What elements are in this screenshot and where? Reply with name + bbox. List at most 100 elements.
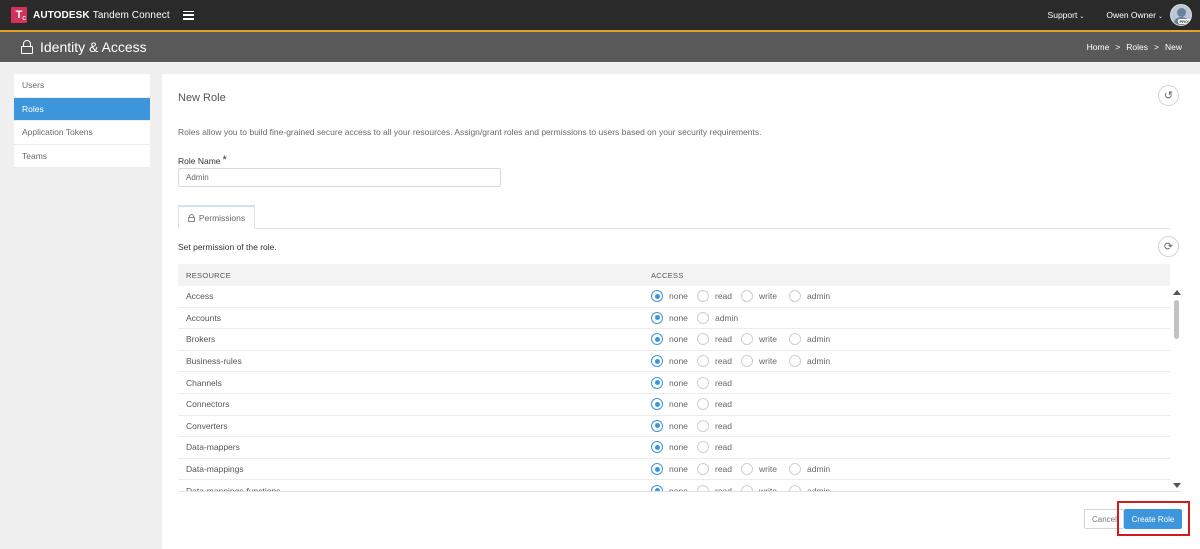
access-options: none read write admin xyxy=(643,333,837,346)
role-name-input[interactable] xyxy=(178,168,501,187)
access-option-write[interactable]: write xyxy=(741,290,789,303)
access-option-none[interactable]: none xyxy=(651,290,697,303)
radio-button[interactable] xyxy=(697,441,709,454)
radio-button[interactable] xyxy=(697,419,709,432)
radio-button[interactable] xyxy=(697,311,709,324)
lock-icon xyxy=(187,213,195,222)
sidebar-item-users[interactable]: Users xyxy=(14,74,150,98)
avatar[interactable]: PROD xyxy=(1170,4,1192,26)
table-row: Brokers none read write admin xyxy=(178,329,1170,351)
radio-button[interactable] xyxy=(741,463,753,476)
radio-button[interactable] xyxy=(651,419,663,432)
access-option-write[interactable]: write xyxy=(741,355,789,368)
required-mark: * xyxy=(222,154,227,166)
access-option-admin[interactable]: admin xyxy=(789,290,837,303)
access-option-none[interactable]: none xyxy=(651,463,697,476)
access-option-read[interactable]: read xyxy=(697,484,741,491)
radio-button[interactable] xyxy=(697,333,709,346)
access-option-read[interactable]: read xyxy=(697,398,741,411)
radio-button[interactable] xyxy=(697,290,709,303)
access-option-none[interactable]: none xyxy=(651,333,697,346)
access-option-none[interactable]: none xyxy=(651,376,697,389)
access-option-read[interactable]: read xyxy=(697,419,741,432)
sidebar-item-teams[interactable]: Teams xyxy=(14,145,150,168)
reset-icon[interactable]: ↺ xyxy=(1158,85,1179,106)
role-description: Roles allow you to build fine-grained se… xyxy=(178,127,762,137)
resource-name: Access xyxy=(186,291,214,302)
environment-badge: PROD xyxy=(1178,19,1191,24)
sidebar-item-application-tokens[interactable]: Application Tokens xyxy=(14,121,150,145)
access-option-read[interactable]: read xyxy=(697,290,741,303)
sidebar-item-roles[interactable]: Roles xyxy=(14,97,150,121)
scroll-down-arrow-icon[interactable] xyxy=(1173,483,1181,488)
hamburger-menu-icon[interactable] xyxy=(182,10,194,20)
access-option-read[interactable]: read xyxy=(697,355,741,368)
access-option-admin[interactable]: admin xyxy=(789,355,837,368)
refresh-icon[interactable]: ⟳ xyxy=(1158,236,1179,257)
radio-button[interactable] xyxy=(651,376,663,389)
resource-name: Business-rules xyxy=(186,356,242,367)
radio-button[interactable] xyxy=(697,398,709,411)
lock-icon xyxy=(21,40,33,54)
radio-button[interactable] xyxy=(697,355,709,368)
column-header-resource: RESOURCE xyxy=(186,270,231,280)
access-option-label: none xyxy=(669,442,688,453)
access-option-admin[interactable]: admin xyxy=(789,333,837,346)
access-option-label: read xyxy=(715,420,733,431)
page-header: Identity & Access Home > Roles > New xyxy=(0,32,1200,62)
table-row: Channels none read xyxy=(178,372,1170,394)
radio-button[interactable] xyxy=(789,463,801,476)
tab-permissions[interactable]: Permissions xyxy=(178,205,255,229)
support-menu[interactable]: Support ⌄ xyxy=(1048,10,1085,20)
access-option-read[interactable]: read xyxy=(697,441,741,454)
access-option-read[interactable]: read xyxy=(697,333,741,346)
resource-name: Accounts xyxy=(186,312,221,323)
breadcrumb-home[interactable]: Home xyxy=(1087,42,1110,52)
radio-button[interactable] xyxy=(697,376,709,389)
access-option-admin[interactable]: admin xyxy=(789,484,837,491)
access-option-admin[interactable]: admin xyxy=(697,311,741,324)
table-scrollbar[interactable] xyxy=(1172,286,1182,491)
access-option-label: none xyxy=(669,312,688,323)
radio-button[interactable] xyxy=(651,398,663,411)
access-option-none[interactable]: none xyxy=(651,441,697,454)
radio-button[interactable] xyxy=(697,484,709,491)
access-option-write[interactable]: write xyxy=(741,463,789,476)
radio-button[interactable] xyxy=(741,355,753,368)
access-option-write[interactable]: write xyxy=(741,333,789,346)
radio-button[interactable] xyxy=(651,484,663,491)
radio-button[interactable] xyxy=(651,333,663,346)
radio-button[interactable] xyxy=(789,355,801,368)
access-option-write[interactable]: write xyxy=(741,484,789,491)
access-option-admin[interactable]: admin xyxy=(789,463,837,476)
access-option-label: none xyxy=(669,356,688,367)
radio-button[interactable] xyxy=(789,290,801,303)
resource-name: Data-mappings xyxy=(186,464,244,475)
tandem-logo-icon[interactable]: T C xyxy=(11,7,27,23)
access-option-none[interactable]: none xyxy=(651,398,697,411)
radio-button[interactable] xyxy=(789,333,801,346)
radio-button[interactable] xyxy=(741,333,753,346)
radio-button[interactable] xyxy=(741,290,753,303)
breadcrumb-roles[interactable]: Roles xyxy=(1126,42,1148,52)
radio-button[interactable] xyxy=(651,290,663,303)
access-option-label: read xyxy=(715,291,733,302)
radio-button[interactable] xyxy=(651,463,663,476)
radio-button[interactable] xyxy=(651,441,663,454)
radio-button[interactable] xyxy=(651,311,663,324)
access-option-none[interactable]: none xyxy=(651,484,697,491)
scroll-thumb[interactable] xyxy=(1174,300,1179,339)
radio-button[interactable] xyxy=(741,484,753,491)
access-option-read[interactable]: read xyxy=(697,376,741,389)
access-option-none[interactable]: none xyxy=(651,355,697,368)
brand-name[interactable]: AUTODESK Tandem Connect xyxy=(33,10,170,21)
table-row: Business-rules none read write admin xyxy=(178,351,1170,373)
user-menu[interactable]: Owen Owner ⌄ xyxy=(1106,10,1163,20)
access-option-none[interactable]: none xyxy=(651,311,697,324)
access-option-none[interactable]: none xyxy=(651,419,697,432)
radio-button[interactable] xyxy=(651,355,663,368)
radio-button[interactable] xyxy=(789,484,801,491)
access-option-read[interactable]: read xyxy=(697,463,741,476)
scroll-up-arrow-icon[interactable] xyxy=(1173,290,1181,295)
radio-button[interactable] xyxy=(697,463,709,476)
